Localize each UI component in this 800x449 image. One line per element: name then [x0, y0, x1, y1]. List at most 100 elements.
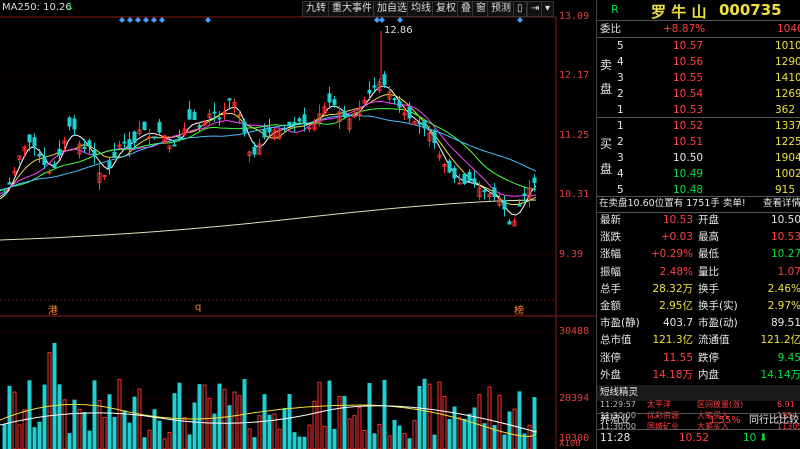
quote-value: 28.32万 [652, 282, 693, 295]
kline-chart[interactable] [0, 0, 596, 449]
sector-name: 养殖业 [600, 415, 630, 426]
short-line-stock: 太平洋 [647, 400, 671, 409]
event-mark[interactable]: 榜 [514, 302, 524, 317]
compare-button[interactable]: 同行比比较 [749, 413, 799, 429]
quote-label: 换手 [698, 282, 719, 295]
quote-label: 内盘 [698, 368, 719, 381]
order-notice[interactable]: 在卖盘10.60位置有 1751手 卖单! 查看详情 [597, 196, 800, 212]
down-arrow-icon: ⬇ [759, 432, 768, 444]
sector-change: 1.55% [709, 415, 741, 426]
quote-value: 10.53 [662, 214, 693, 226]
quote-label: 开盘 [698, 214, 719, 226]
tick-time: 11:28 [600, 432, 631, 444]
level-number: 3 [617, 152, 624, 164]
quote-row: 涨停 11.55 跌停 9.45 [597, 350, 800, 366]
buy-price: 10.50 [673, 152, 704, 164]
quote-value: 14.18万 [652, 368, 693, 381]
major-event-button[interactable]: 重大事件 [328, 1, 376, 17]
volume-axis-label: 20394 [559, 393, 590, 404]
quote-row: 涨幅 +0.29% 最低 10.27 [597, 246, 800, 262]
sell-level-row[interactable]: 4 10.56 1290 [597, 54, 800, 70]
buy-level-row[interactable]: 2 10.51 1225 [597, 134, 800, 150]
sell-level-row[interactable]: 3 10.55 1410 [597, 70, 800, 86]
tick-volume: 10 [743, 432, 757, 444]
sell-price: 10.54 [673, 88, 704, 100]
quote-label: 金额 [600, 300, 621, 312]
weibi-value: +8.87% [663, 23, 706, 35]
sell-volume: 362 [775, 104, 796, 116]
buy-price: 10.49 [673, 168, 704, 180]
quote-value: 1.07 [777, 265, 800, 278]
sector-row[interactable]: 养殖业 1.55% 同行比比较 [597, 413, 800, 429]
sell-level-row[interactable]: 5 10.57 1010 [597, 38, 800, 54]
event-mark[interactable]: q [195, 302, 201, 313]
quote-label: 涨停 [600, 351, 621, 364]
quote-row: 总手 28.32万 换手 2.46% [597, 281, 800, 297]
sell-volume: 1410 [775, 72, 800, 84]
quote-label: 最低 [698, 248, 719, 261]
sell-level-row[interactable]: 2 10.54 1269 [597, 86, 800, 102]
quote-value: +0.29% [650, 248, 693, 261]
buy-level-row[interactable]: 4 10.49 1002 [597, 166, 800, 182]
jiuzhuan-button[interactable]: 九转 [302, 1, 330, 17]
sell-price: 10.55 [673, 72, 704, 84]
order-notice-text: 在卖盘10.60位置有 1751手 卖单! [599, 198, 746, 209]
level-number: 2 [617, 136, 624, 148]
dropdown-icon[interactable]: ▾ [541, 1, 555, 17]
price-axis-label: 11.25 [559, 130, 590, 141]
level-number: 4 [617, 56, 624, 68]
quote-row: 涨跌 +0.03 最高 10.53 [597, 229, 800, 245]
buy-level-row[interactable]: 1 10.52 1337 [597, 118, 800, 134]
quote-row: 市盈(静) 403.7 市盈(动) 89.51 [597, 315, 800, 331]
sell-volume: 1010 [775, 40, 800, 52]
quote-value: 121.2亿 [760, 334, 800, 347]
quote-row: 金额 2.95亿 换手(实) 2.97% [597, 298, 800, 314]
quote-row: 外盘 14.18万 内盘 14.14万 [597, 367, 800, 383]
short-line-event: 区间放量(涨) [697, 400, 744, 409]
quote-value: 2.95亿 [659, 300, 693, 312]
short-line-item[interactable]: 11:29:57 太平洋 区间放量(涨) 6.91 [597, 399, 800, 410]
quote-value: 11.55 [662, 351, 693, 364]
stock-name: 罗 牛 山 [651, 3, 707, 21]
level-number: 2 [617, 88, 624, 100]
quote-row: 总市值 121.3亿 流通值 121.2亿 [597, 332, 800, 348]
quote-label: 市盈(动) [698, 317, 738, 330]
sell-volume: 1269 [775, 88, 800, 100]
quote-label: 振幅 [600, 265, 621, 278]
quote-value: 2.46% [767, 282, 800, 295]
weibi-volume: 1040 [777, 23, 800, 35]
doc-icon[interactable]: ▯ [513, 1, 527, 17]
level-number: 1 [617, 120, 624, 132]
quote-value: +0.03 [660, 231, 693, 244]
order-notice-link[interactable]: 查看详情 [763, 196, 800, 212]
quote-label: 涨跌 [600, 231, 621, 244]
event-mark[interactable]: 港 [48, 302, 58, 317]
quote-value: 10.53 [770, 231, 800, 244]
down-arrow-icon: ↓ [66, 2, 75, 13]
price-axis-label: 13.09 [559, 11, 590, 22]
quote-value: 2.48% [659, 265, 693, 278]
quote-value: 14.14万 [760, 368, 800, 381]
sell-price: 10.56 [673, 56, 704, 68]
quote-value: 10.50 [770, 214, 800, 226]
sell-price: 10.57 [673, 40, 704, 52]
buy-price: 10.52 [673, 120, 704, 132]
quote-panel: R 罗 牛 山 000735 委比 +8.87% 1040 卖 盘 510.57… [596, 0, 800, 449]
quote-value: 121.3亿 [652, 334, 693, 347]
quote-row: 振幅 2.48% 量比 1.07 [597, 264, 800, 280]
quote-label: 最高 [698, 231, 719, 244]
buy-level-row[interactable]: 3 10.50 1904 [597, 150, 800, 166]
buy-volume: 1337 [775, 120, 800, 132]
add-watchlist-button[interactable]: 加自选 [373, 1, 411, 17]
quote-value: 403.7 [662, 317, 693, 330]
quote-value: 9.45 [777, 351, 800, 364]
tick-price: 10.52 [679, 432, 710, 444]
restore-right-button[interactable]: 复权 [432, 1, 460, 17]
sell-level-row[interactable]: 1 10.53 362 [597, 102, 800, 118]
buy-volume: 1002 [775, 168, 800, 180]
buy-volume: 1904 [775, 152, 800, 164]
forecast-button[interactable]: 预测 [487, 1, 515, 17]
ma-button[interactable]: 均线 [407, 1, 435, 17]
level-number: 1 [617, 104, 624, 116]
volume-axis-label: 30488 [559, 326, 590, 337]
